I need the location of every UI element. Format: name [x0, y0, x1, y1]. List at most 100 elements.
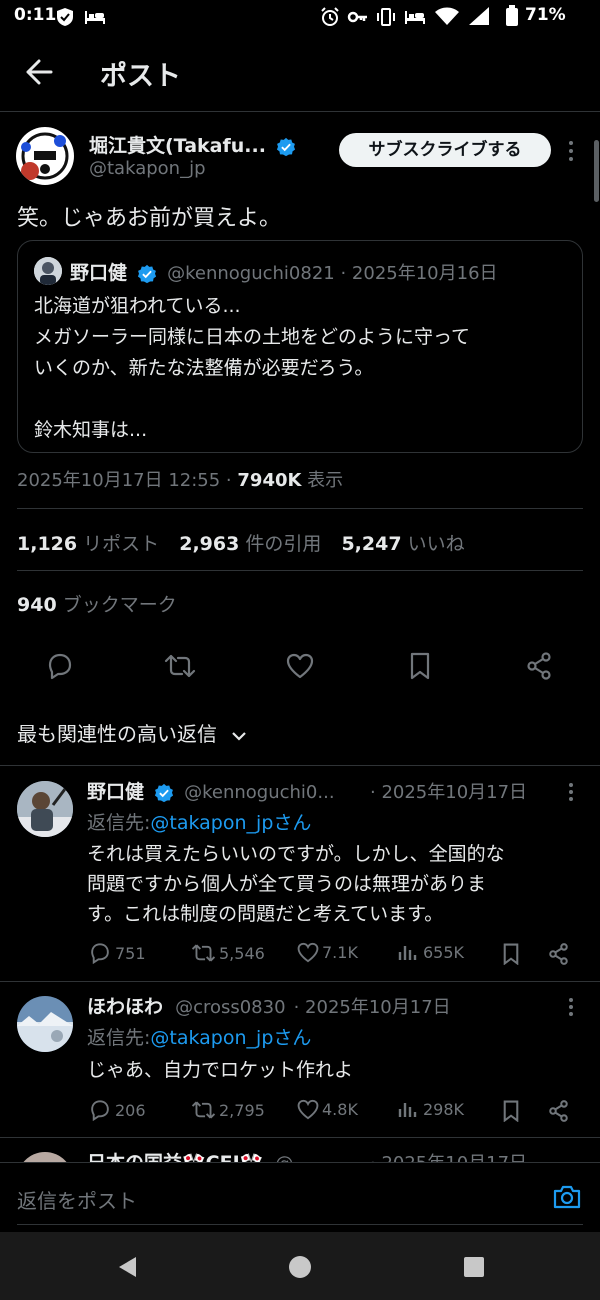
quoted-line: いくのか、新たな法整備が必要だろう。: [34, 357, 374, 379]
reply-to-line: 返信先:@takapon_jpさん: [87, 1023, 311, 1050]
reply-avatar[interactable]: [17, 781, 73, 837]
reply-item[interactable]: ほわほわ @cross0830 · 2025年10月17日 返信先:@takap…: [0, 982, 600, 1137]
bookmark-label: ブックマーク: [62, 594, 177, 616]
share-icon[interactable]: [548, 1100, 569, 1122]
reply-item[interactable]: 日本の国益🎌CEI🎌 @... · 2025年10月17日: [0, 1138, 600, 1162]
share-icon[interactable]: [548, 943, 569, 965]
analytics-icon: [398, 1103, 417, 1117]
reply-handle[interactable]: @...: [275, 1153, 310, 1162]
more-options-icon[interactable]: [567, 140, 575, 162]
scrollbar-thumb[interactable]: [594, 140, 599, 202]
chevron-down-icon: [232, 731, 247, 741]
view-count: 298K: [423, 1099, 465, 1119]
author-name[interactable]: 堀江貴文(Takafu...: [89, 135, 266, 157]
reply-line: す。これは制度の問題だと考えています。: [87, 903, 444, 925]
reply-line: じゃあ、自力でロケット作れよ: [87, 1059, 354, 1081]
like-stat[interactable]: 5,247 いいね: [341, 533, 464, 555]
like-count: 4.8K: [322, 1100, 358, 1119]
repost-count: 1,126: [17, 533, 78, 555]
reply-author-name[interactable]: ほわほわ: [87, 996, 163, 1018]
share-icon[interactable]: [526, 652, 552, 680]
quoted-name: 野口健: [70, 262, 128, 284]
subscribe-button[interactable]: サブスクライブする: [339, 133, 551, 167]
top-app-bar: ポスト: [0, 34, 600, 112]
reply-action-views[interactable]: 298K: [398, 1099, 464, 1119]
tweet-timestamp[interactable]: 2025年10月17日 12:55 ·: [17, 470, 237, 491]
repost-icon[interactable]: [164, 652, 196, 680]
quote-count: 2,963: [179, 533, 240, 555]
author-name-row[interactable]: 堀江貴文(Takafu...: [89, 131, 296, 158]
reply-sort-selector[interactable]: 最も関連性の高い返信: [17, 718, 247, 747]
key-icon: [347, 11, 367, 23]
system-navigation-bar: [0, 1232, 600, 1300]
reply-item[interactable]: 野口健 @kennoguchi0... · 2025年10月17日 返信先:@t…: [0, 766, 600, 981]
reply-to-link[interactable]: @takapon_jpさん: [150, 1027, 311, 1049]
view-count: 655K: [423, 942, 465, 962]
quote-label: 件の引用: [245, 533, 322, 555]
nav-back-icon[interactable]: [116, 1255, 138, 1279]
reply-action-views[interactable]: 655K: [398, 942, 464, 962]
repost-count: 2,795: [219, 1100, 265, 1120]
reply-date[interactable]: · 2025年10月17日: [294, 997, 451, 1018]
nav-recents-icon[interactable]: [463, 1256, 485, 1278]
reply-header: 日本の国益🎌CEI🎌 @...: [87, 1148, 311, 1162]
shield-icon: [57, 8, 73, 26]
quoted-line: 北海道が狙われている...: [34, 295, 241, 317]
reply-action-reply[interactable]: 206: [89, 1099, 146, 1121]
reply-action-like[interactable]: 7.1K: [297, 942, 358, 963]
reply-action-repost[interactable]: 2,795: [191, 1099, 265, 1121]
bookmark-stat[interactable]: 940 ブックマーク: [17, 590, 177, 617]
reply-to-line: 返信先:@takapon_jpさん: [87, 808, 311, 835]
reply-author-name[interactable]: 日本の国益🎌CEI🎌: [87, 1152, 263, 1162]
status-bar: 0:11 71%: [0, 0, 600, 34]
reply-to-prefix: 返信先:: [87, 812, 151, 834]
more-options-icon[interactable]: [567, 997, 575, 1017]
repost-label: リポスト: [83, 533, 160, 555]
bookmark-icon[interactable]: [502, 943, 520, 965]
reply-text: それは買えたらいいのですが。しかし、全国的な 問題ですから個人が全て買うのは無理…: [87, 839, 505, 929]
battery-percent: 71%: [525, 5, 566, 25]
more-options-icon[interactable]: [567, 782, 575, 802]
reply-input[interactable]: 返信をポスト: [17, 1185, 137, 1214]
tweet-meta: 2025年10月17日 12:55 · 7940K 表示: [17, 466, 343, 492]
engagement-stats: 1,126 リポスト 2,963 件の引用 5,247 いいね: [17, 529, 465, 556]
camera-icon[interactable]: [553, 1185, 581, 1209]
wifi-icon: [435, 7, 459, 25]
reply-date[interactable]: · 2025年10月17日: [370, 1149, 527, 1162]
reply-handle[interactable]: @kennoguchi0...: [184, 782, 334, 803]
reply-line: 問題ですから個人が全て買うのは無理がありま: [87, 873, 487, 895]
like-count: 5,247: [341, 533, 402, 555]
divider: [17, 508, 583, 509]
quote-stat[interactable]: 2,963 件の引用: [179, 533, 321, 555]
nav-home-icon[interactable]: [288, 1255, 312, 1279]
reply-avatar[interactable]: [17, 1152, 73, 1162]
author-handle[interactable]: @takapon_jp: [89, 158, 206, 179]
reply-action-repost[interactable]: 5,546: [191, 942, 265, 964]
back-arrow-icon[interactable]: [25, 59, 53, 85]
verified-badge-icon: [276, 137, 296, 156]
like-heart-icon[interactable]: [286, 653, 314, 679]
reply-author-name[interactable]: 野口健: [87, 781, 144, 803]
like-count: 7.1K: [322, 943, 358, 962]
like-label: いいね: [407, 533, 465, 555]
reply-header: 野口健 @kennoguchi0...: [87, 777, 335, 804]
quoted-avatar: [34, 257, 62, 285]
author-avatar[interactable]: [16, 127, 74, 185]
quoted-header: 野口健 @kennoguchi0821 · 2025年10月16日: [70, 258, 498, 285]
reply-date[interactable]: · 2025年10月17日: [370, 778, 527, 804]
reply-avatar[interactable]: [17, 996, 73, 1052]
reply-line: それは買えたらいいのですが。しかし、全国的な: [87, 843, 505, 865]
reply-action-like[interactable]: 4.8K: [297, 1099, 358, 1120]
reply-handle[interactable]: @cross0830: [175, 997, 285, 1018]
bookmark-icon[interactable]: [502, 1100, 520, 1122]
reply-icon[interactable]: [46, 652, 74, 680]
reply-action-reply[interactable]: 751: [89, 942, 146, 964]
reply-sort-label: 最も関連性の高い返信: [17, 722, 217, 746]
reply-to-link[interactable]: @takapon_jpさん: [150, 812, 311, 834]
signal-icon: [469, 7, 489, 25]
quoted-tweet[interactable]: 野口健 @kennoguchi0821 · 2025年10月16日 北海道が狙わ…: [17, 240, 583, 453]
reply-text: じゃあ、自力でロケット作れよ: [87, 1055, 353, 1085]
repost-stat[interactable]: 1,126 リポスト: [17, 533, 159, 555]
quoted-line: [34, 384, 470, 415]
bookmark-icon[interactable]: [409, 652, 431, 680]
